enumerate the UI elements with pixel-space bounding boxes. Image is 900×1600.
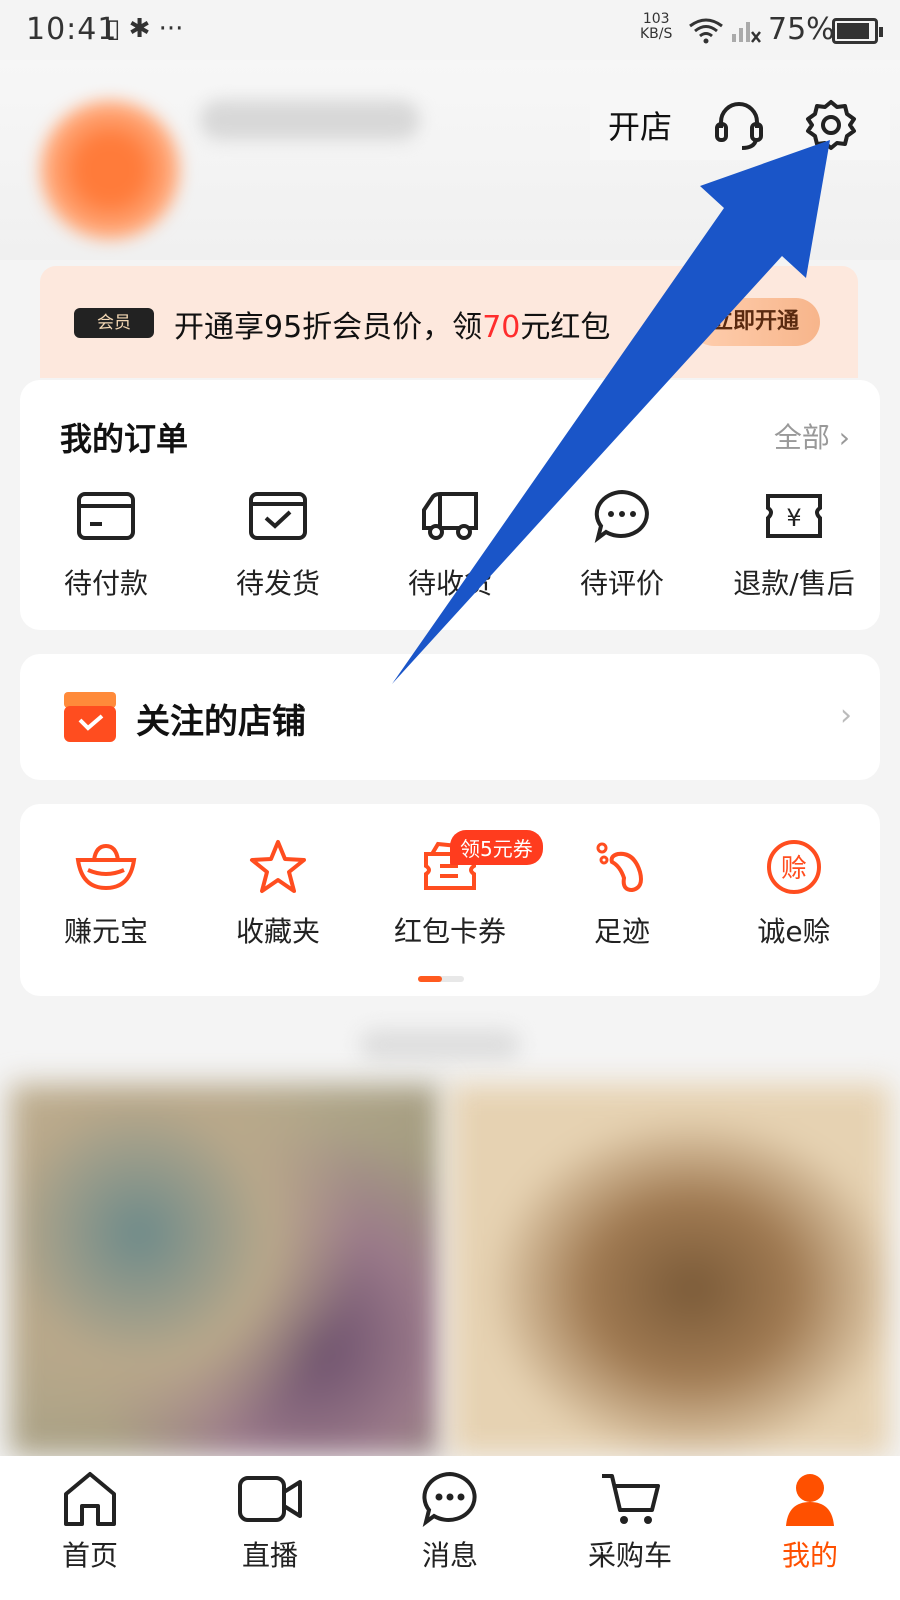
open-store-button[interactable]: 开店 — [608, 102, 672, 148]
order-pending-receipt[interactable]: 待收货 — [364, 488, 536, 602]
bottom-navigation: 首页 直播 消息 采购车 我的 — [0, 1456, 900, 1600]
tool-label: 足迹 — [593, 915, 650, 948]
nav-profile[interactable]: 我的 — [720, 1456, 900, 1600]
nav-cart[interactable]: 采购车 — [540, 1456, 720, 1600]
order-item-label: 待评价 — [579, 567, 664, 600]
nav-label: 消息 — [421, 1539, 478, 1572]
chat-icon — [594, 489, 649, 543]
orders-all-link[interactable]: 全部 › — [774, 416, 850, 456]
member-text-before: 开通享95折会员价，领 — [174, 310, 483, 345]
order-item-label: 待收货 — [407, 567, 492, 600]
credit-icon: 赊 — [767, 840, 821, 894]
member-text-highlight: 70 — [482, 310, 521, 345]
message-icon — [422, 1471, 477, 1527]
member-banner[interactable]: 会员 开通享95折会员价，领70元红包 立即开通 — [40, 266, 858, 378]
cart-icon — [602, 1474, 660, 1524]
open-member-button[interactable]: 立即开通 — [690, 298, 820, 346]
tools-scroll-indicator — [418, 976, 464, 982]
order-status-row: 待付款 待发货 待收货 待评价 ¥ 退款/售后 — [20, 488, 880, 602]
network-speed: 103 KB/S — [640, 12, 672, 42]
orders-title: 我的订单 — [60, 420, 189, 458]
nav-label: 我的 — [781, 1539, 838, 1572]
wifi-icon — [689, 18, 723, 44]
my-orders-card: 我的订单 全部 › 待付款 待发货 待收货 待评价 ¥ 退款/售后 — [20, 380, 880, 630]
feed-item-image-right[interactable] — [450, 1084, 890, 1456]
footprint-icon — [596, 842, 643, 893]
tool-credit[interactable]: 赊 诚e赊 — [708, 838, 880, 950]
member-badge: 会员 — [74, 308, 154, 338]
followed-shops-title: 关注的店铺 — [136, 702, 306, 742]
order-refund-aftersales[interactable]: ¥ 退款/售后 — [708, 488, 880, 602]
profile-icon — [786, 1474, 834, 1526]
battery-percent: 75% — [768, 12, 835, 47]
order-item-label: 待发货 — [235, 567, 320, 600]
video-icon — [238, 1476, 302, 1522]
nav-label: 采购车 — [587, 1539, 672, 1572]
nav-live[interactable]: 直播 — [180, 1456, 360, 1600]
nav-label: 直播 — [241, 1539, 298, 1572]
profile-header: 开店 — [0, 60, 900, 260]
star-icon — [250, 840, 306, 893]
tool-earn-ingot[interactable]: 赚元宝 — [20, 838, 192, 950]
followed-shops-card[interactable]: 关注的店铺 › — [20, 654, 880, 780]
avatar[interactable] — [40, 100, 180, 240]
svg-text:¥: ¥ — [786, 504, 801, 532]
headset-icon[interactable] — [712, 98, 766, 152]
home-icon — [64, 1472, 116, 1526]
box-check-icon — [249, 492, 307, 540]
tool-favorites[interactable]: 收藏夹 — [192, 838, 364, 950]
coupon-badge: 领5元券 — [450, 830, 543, 865]
network-speed-value: 103 — [642, 11, 670, 27]
status-icons: ▯ ✱ ··· — [106, 14, 184, 44]
tool-label: 诚e赊 — [757, 915, 831, 948]
tools-card: 赚元宝 收藏夹 领5元券 红包卡券 足迹 赊 诚e赊 — [20, 804, 880, 996]
battery-icon — [832, 18, 883, 44]
order-pending-payment[interactable]: 待付款 — [20, 488, 192, 602]
feed-item-image-left[interactable] — [10, 1084, 440, 1456]
feed-header-blurred — [360, 1030, 520, 1060]
tool-footprints[interactable]: 足迹 — [536, 838, 708, 950]
credit-icon-char: 赊 — [781, 854, 807, 884]
username-blurred — [200, 100, 420, 140]
ingot-icon — [75, 843, 137, 891]
chevron-right-icon: › — [840, 698, 852, 733]
network-speed-unit: KB/S — [640, 26, 673, 42]
header-actions: 开店 — [590, 90, 890, 160]
tool-label: 红包卡券 — [393, 915, 506, 948]
order-pending-review[interactable]: 待评价 — [536, 488, 708, 602]
order-item-label: 待付款 — [63, 567, 148, 600]
tool-label: 赚元宝 — [63, 915, 148, 948]
truck-icon — [422, 492, 478, 540]
member-promo-text: 开通享95折会员价，领70元红包 — [174, 302, 610, 346]
refund-icon: ¥ — [766, 494, 822, 538]
status-time: 10:41 — [26, 12, 118, 47]
gear-icon[interactable] — [804, 98, 858, 152]
status-bar: 10:41 ▯ ✱ ··· 103 KB/S 75% — [0, 0, 900, 60]
shop-icon — [64, 692, 116, 742]
member-text-after: 元红包 — [520, 310, 611, 345]
tools-row: 赚元宝 收藏夹 领5元券 红包卡券 足迹 赊 诚e赊 — [20, 830, 880, 950]
order-pending-shipment[interactable]: 待发货 — [192, 488, 364, 602]
wallet-icon — [77, 492, 135, 540]
tool-label: 收藏夹 — [235, 915, 320, 948]
order-item-label: 退款/售后 — [733, 567, 855, 600]
tool-coupons[interactable]: 领5元券 红包卡券 — [364, 830, 543, 950]
signal-icon — [732, 22, 761, 43]
nav-label: 首页 — [61, 1539, 118, 1572]
nav-home[interactable]: 首页 — [0, 1456, 180, 1600]
nav-messages[interactable]: 消息 — [360, 1456, 540, 1600]
